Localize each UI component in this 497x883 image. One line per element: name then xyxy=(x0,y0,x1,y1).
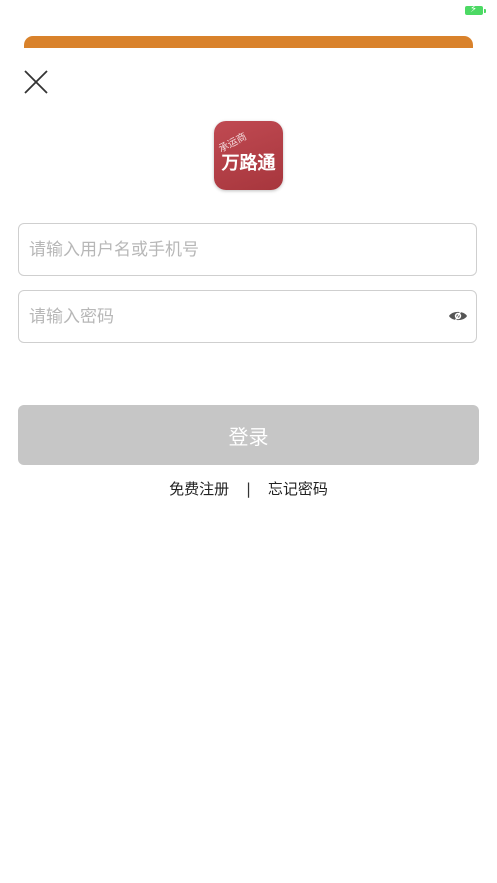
forgot-password-link[interactable]: 忘记密码 xyxy=(268,478,328,499)
login-button[interactable]: 登录 xyxy=(18,405,479,465)
status-bar: ⚡ xyxy=(0,0,497,24)
close-button[interactable] xyxy=(18,64,54,100)
auth-links: 免费注册 | 忘记密码 xyxy=(0,478,497,499)
links-separator: | xyxy=(245,479,252,498)
password-field[interactable] xyxy=(18,290,477,343)
login-screen: ⚡ 承运商 万路通 登录 免费注册 | 忘记密码 xyxy=(0,0,497,883)
password-input[interactable] xyxy=(27,291,441,343)
register-link[interactable]: 免费注册 xyxy=(169,478,229,499)
eye-icon xyxy=(449,310,467,322)
toggle-password-visibility-button[interactable] xyxy=(448,308,468,324)
username-field[interactable] xyxy=(18,223,477,276)
battery-charging-icon: ⚡ xyxy=(465,4,486,15)
close-icon xyxy=(24,70,48,94)
app-logo: 承运商 万路通 xyxy=(214,121,283,190)
logo-title: 万路通 xyxy=(221,153,276,174)
login-button-label: 登录 xyxy=(228,424,269,449)
username-input[interactable] xyxy=(27,224,441,276)
